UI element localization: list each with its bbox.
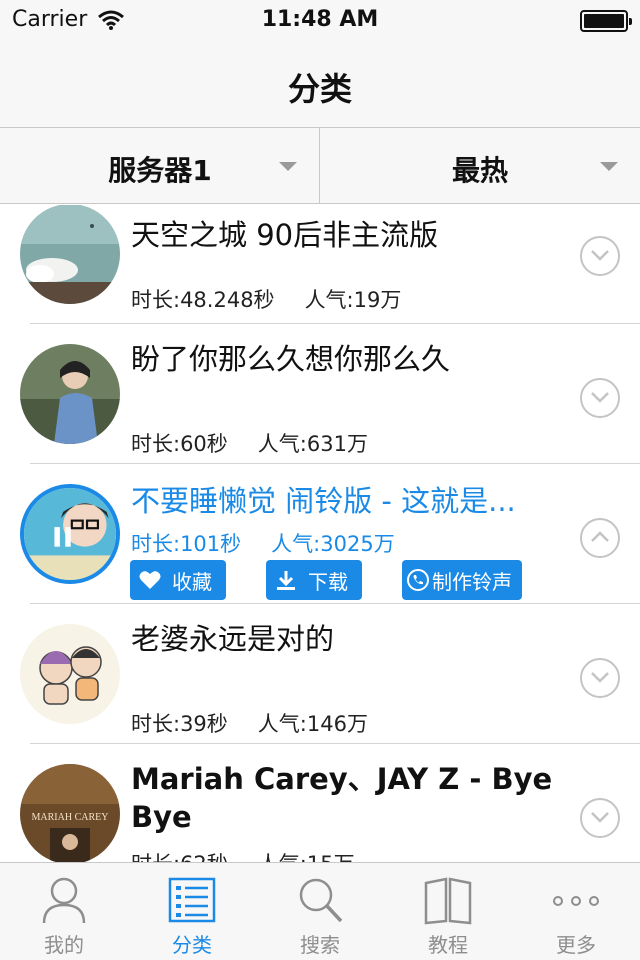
list-item[interactable]: 老婆永远是对的 时长:39秒 人气:146万 (0, 604, 640, 744)
status-bar: Carrier 11:48 AM (0, 0, 640, 40)
track-meta: 时长:62秒 人气:15万 (131, 848, 355, 862)
person-icon (42, 877, 86, 924)
tab-label: 更多 (556, 933, 596, 957)
track-title: 不要睡懒觉 闹铃版 - 这就是... (131, 484, 516, 518)
download-label: 下载 (308, 569, 348, 594)
heart-icon (139, 571, 161, 589)
track-meta: 时长:48.248秒 人气:19万 (131, 284, 401, 314)
chevron-down-icon (279, 162, 297, 171)
track-cover (20, 624, 120, 724)
track-popularity: 人气:631万 (257, 432, 368, 456)
book-icon (424, 877, 472, 925)
chevron-down-icon (600, 162, 618, 171)
chevron-down-icon (591, 392, 609, 403)
track-duration: 时长:62秒 (131, 852, 228, 862)
track-meta: 时长:60秒 人气:631万 (131, 428, 368, 458)
list-item[interactable]: 天空之城 90后非主流版 时长:48.248秒 人气:19万 (0, 205, 640, 324)
phone-ring-icon (407, 569, 429, 591)
tab-label: 我的 (44, 933, 84, 957)
list-item[interactable]: MARIAH CAREY Mariah Carey、JAY Z - Bye By… (0, 744, 640, 862)
tab-search[interactable]: 搜索 (256, 863, 384, 960)
server-filter-label: 服务器1 (108, 154, 212, 187)
tab-label: 搜索 (300, 933, 340, 957)
track-cover (20, 484, 120, 584)
track-popularity: 人气:146万 (257, 712, 368, 736)
list-icon (168, 877, 216, 923)
track-title: 天空之城 90后非主流版 (131, 218, 439, 252)
track-duration: 时长:101秒 (131, 532, 242, 556)
server-filter-dropdown[interactable]: 服务器1 (0, 128, 320, 204)
track-duration: 时长:39秒 (131, 712, 228, 736)
tab-label: 分类 (172, 933, 212, 957)
more-icon (553, 896, 599, 906)
favorite-button[interactable]: 收藏 (130, 560, 226, 600)
track-popularity: 人气:19万 (304, 288, 402, 312)
track-meta: 时长:101秒 人气:3025万 (131, 528, 395, 558)
cover-text: MARIAH CAREY (32, 812, 109, 823)
track-popularity: 人气:15万 (258, 852, 355, 862)
list-item[interactable]: 盼了你那么久想你那么久 时长:60秒 人气:631万 (0, 324, 640, 464)
track-title: 老婆永远是对的 (131, 622, 335, 656)
tab-tutorial[interactable]: 教程 (384, 863, 512, 960)
sort-filter-label: 最热 (451, 154, 508, 187)
make-ringtone-label: 制作铃声 (432, 569, 512, 594)
search-icon (299, 878, 343, 923)
navigation-bar: 分类 (0, 40, 640, 128)
download-button[interactable]: 下载 (266, 560, 362, 600)
tab-more[interactable]: 更多 (512, 863, 640, 960)
chevron-up-icon (591, 531, 609, 542)
collapse-toggle-button[interactable] (580, 518, 620, 558)
track-duration: 时长:48.248秒 (131, 288, 275, 312)
tab-mine[interactable]: 我的 (0, 863, 128, 960)
track-cover: MARIAH CAREY (20, 764, 120, 862)
track-meta: 时长:39秒 人气:146万 (131, 708, 368, 738)
chevron-down-icon (591, 672, 609, 683)
battery-icon (580, 10, 632, 32)
expand-toggle-button[interactable] (580, 798, 620, 838)
filter-bar: 服务器1 最热 (0, 128, 640, 204)
chevron-down-icon (591, 250, 609, 261)
expand-toggle-button[interactable] (580, 236, 620, 276)
expand-toggle-button[interactable] (580, 658, 620, 698)
tab-bar: 我的 分类 搜索 教程 更多 (0, 862, 640, 960)
track-title: 盼了你那么久想你那么久 (131, 342, 451, 376)
download-icon (277, 571, 295, 590)
track-duration: 时长:60秒 (131, 432, 228, 456)
favorite-label: 收藏 (172, 569, 212, 594)
expand-toggle-button[interactable] (580, 378, 620, 418)
page-title: 分类 (287, 70, 352, 108)
track-title: Mariah Carey、JAY Z - Bye Bye (131, 762, 553, 834)
make-ringtone-button[interactable]: 制作铃声 (402, 560, 522, 600)
sort-filter-dropdown[interactable]: 最热 (320, 128, 640, 204)
chevron-down-icon (591, 812, 609, 823)
tab-label: 教程 (428, 933, 468, 957)
track-cover (20, 205, 120, 304)
track-popularity: 人气:3025万 (271, 532, 395, 556)
ringtone-list[interactable]: 天空之城 90后非主流版 时长:48.248秒 人气:19万 盼了你那么久想你那么… (0, 205, 640, 862)
tab-category[interactable]: 分类 (128, 863, 256, 960)
track-cover (20, 344, 120, 444)
status-time: 11:48 AM (261, 7, 379, 32)
